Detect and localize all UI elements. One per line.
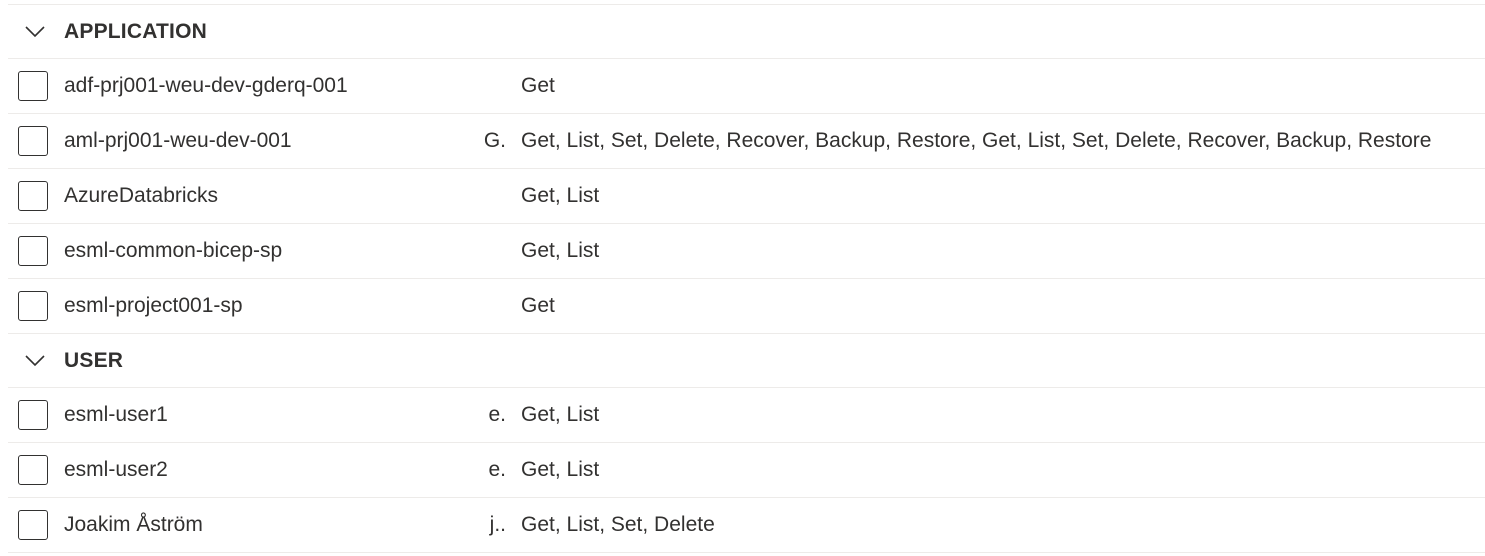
row-checkbox[interactable] [18,181,48,211]
row-permissions: Get [521,294,555,317]
table-row[interactable]: adf-prj001-weu-dev-gderq-001 Get [8,59,1485,114]
row-checkbox[interactable] [18,236,48,266]
row-permissions: Get, List [521,458,600,481]
row-checkbox[interactable] [18,291,48,321]
row-name: esml-user1 [64,403,168,426]
row-email: e. [488,458,506,481]
row-name: Joakim Åström [64,513,203,536]
row-permissions: Get, List, Set, Delete [521,513,715,536]
group-title: USER [64,348,124,372]
chevron-down-icon[interactable] [8,334,64,388]
chevron-down-icon[interactable] [8,5,64,59]
row-checkbox[interactable] [18,455,48,485]
table-row[interactable]: esml-user1 e. Get, List [8,388,1485,443]
row-name: esml-project001-sp [64,294,243,317]
row-checkbox[interactable] [18,126,48,156]
row-checkbox[interactable] [18,71,48,101]
row-permissions: Get [521,74,555,97]
row-name: AzureDatabricks [64,184,219,207]
table-row[interactable]: aml-prj001-weu-dev-001 G. Get, List, Set… [8,114,1485,169]
row-checkbox[interactable] [18,400,48,430]
table-row[interactable]: esml-project001-sp Get [8,279,1485,334]
group-header-user[interactable]: USER [8,334,1485,388]
row-permissions: Get, List [521,403,600,426]
row-email: j.. [489,513,506,536]
row-name: esml-user2 [64,458,168,481]
table-row[interactable]: esml-common-bicep-sp Get, List [8,224,1485,279]
row-email: e. [488,403,506,426]
access-policies-list: APPLICATION adf-prj001-weu-dev-gderq-001… [8,0,1485,553]
row-name: aml-prj001-weu-dev-001 [64,129,292,152]
row-name: esml-common-bicep-sp [64,239,283,262]
group-title: APPLICATION [64,19,207,43]
row-name: adf-prj001-weu-dev-gderq-001 [64,74,348,97]
row-permissions: Get, List [521,184,600,207]
row-checkbox[interactable] [18,510,48,540]
row-email: G. [483,129,506,152]
table-row[interactable]: AzureDatabricks Get, List [8,169,1485,224]
row-permissions: Get, List, Set, Delete, Recover, Backup,… [521,129,1432,152]
group-header-application[interactable]: APPLICATION [8,5,1485,59]
row-permissions: Get, List [521,239,600,262]
table-row[interactable]: esml-user2 e. Get, List [8,443,1485,498]
table-row[interactable]: Joakim Åström j.. Get, List, Set, Delete [8,498,1485,553]
